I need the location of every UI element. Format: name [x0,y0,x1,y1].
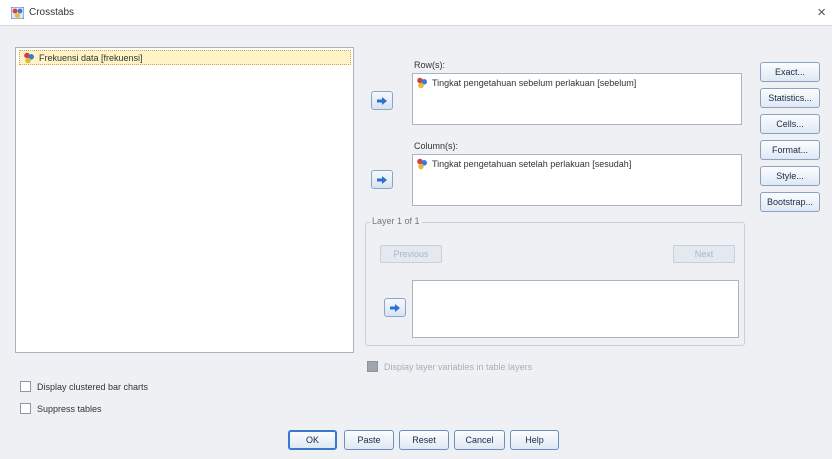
nominal-variable-icon [24,52,34,63]
move-to-layer-button[interactable] [384,298,406,317]
nominal-variable-icon [417,158,427,170]
rows-list[interactable]: Tingkat pengetahuan sebelum perlakuan [s… [412,73,742,125]
move-to-rows-button[interactable] [371,91,393,110]
display-layer-option[interactable]: Display layer variables in table layers [367,361,532,372]
help-button[interactable]: Help [510,430,559,450]
cancel-button[interactable]: Cancel [454,430,505,450]
suppress-tables-label: Suppress tables [37,403,102,414]
statistics-button[interactable]: Statistics... [760,88,820,108]
list-item-label: Tingkat pengetahuan setelah perlakuan [s… [432,159,632,169]
move-to-columns-button[interactable] [371,170,393,189]
arrow-right-icon [377,175,387,184]
arrow-right-icon [390,303,400,312]
nominal-variable-icon [417,77,427,89]
previous-layer-button[interactable]: Previous [380,245,442,263]
display-clustered-label: Display clustered bar charts [37,381,149,392]
close-button[interactable]: × [817,4,826,21]
reset-button[interactable]: Reset [399,430,449,450]
columns-label: Column(s): [414,141,459,151]
suppress-tables-checkbox[interactable] [20,403,31,414]
layer-title: Layer 1 of 1 [370,216,422,226]
exact-button[interactable]: Exact... [760,62,820,82]
window-title: Crosstabs [29,7,75,18]
rows-label: Row(s): [414,60,445,70]
list-item-label: Tingkat pengetahuan sebelum perlakuan [s… [432,78,637,88]
ok-button[interactable]: OK [288,430,337,450]
display-layer-label: Display layer variables in table layers [384,361,533,372]
display-clustered-checkbox[interactable] [20,381,31,392]
display-layer-checkbox[interactable] [367,361,378,372]
list-item[interactable]: Tingkat pengetahuan setelah perlakuan [s… [416,158,631,170]
bootstrap-button[interactable]: Bootstrap... [760,192,820,212]
list-item-label: Frekuensi data [frekuensi] [39,52,143,63]
display-clustered-option[interactable]: Display clustered bar charts [20,381,148,392]
title-bar: Crosstabs × [0,0,832,26]
style-button[interactable]: Style... [760,166,820,186]
columns-list[interactable]: Tingkat pengetahuan setelah perlakuan [s… [412,154,742,206]
format-button[interactable]: Format... [760,140,820,160]
cells-button[interactable]: Cells... [760,114,820,134]
source-variable-list[interactable]: Frekuensi data [frekuensi] [15,47,354,353]
list-item[interactable]: Frekuensi data [frekuensi] [19,50,351,65]
paste-button[interactable]: Paste [344,430,394,450]
next-layer-button[interactable]: Next [673,245,735,263]
layer-list[interactable] [412,280,739,338]
crosstabs-icon [11,7,24,19]
arrow-right-icon [377,96,387,105]
list-item[interactable]: Tingkat pengetahuan sebelum perlakuan [s… [416,77,636,89]
suppress-tables-option[interactable]: Suppress tables [20,403,102,414]
